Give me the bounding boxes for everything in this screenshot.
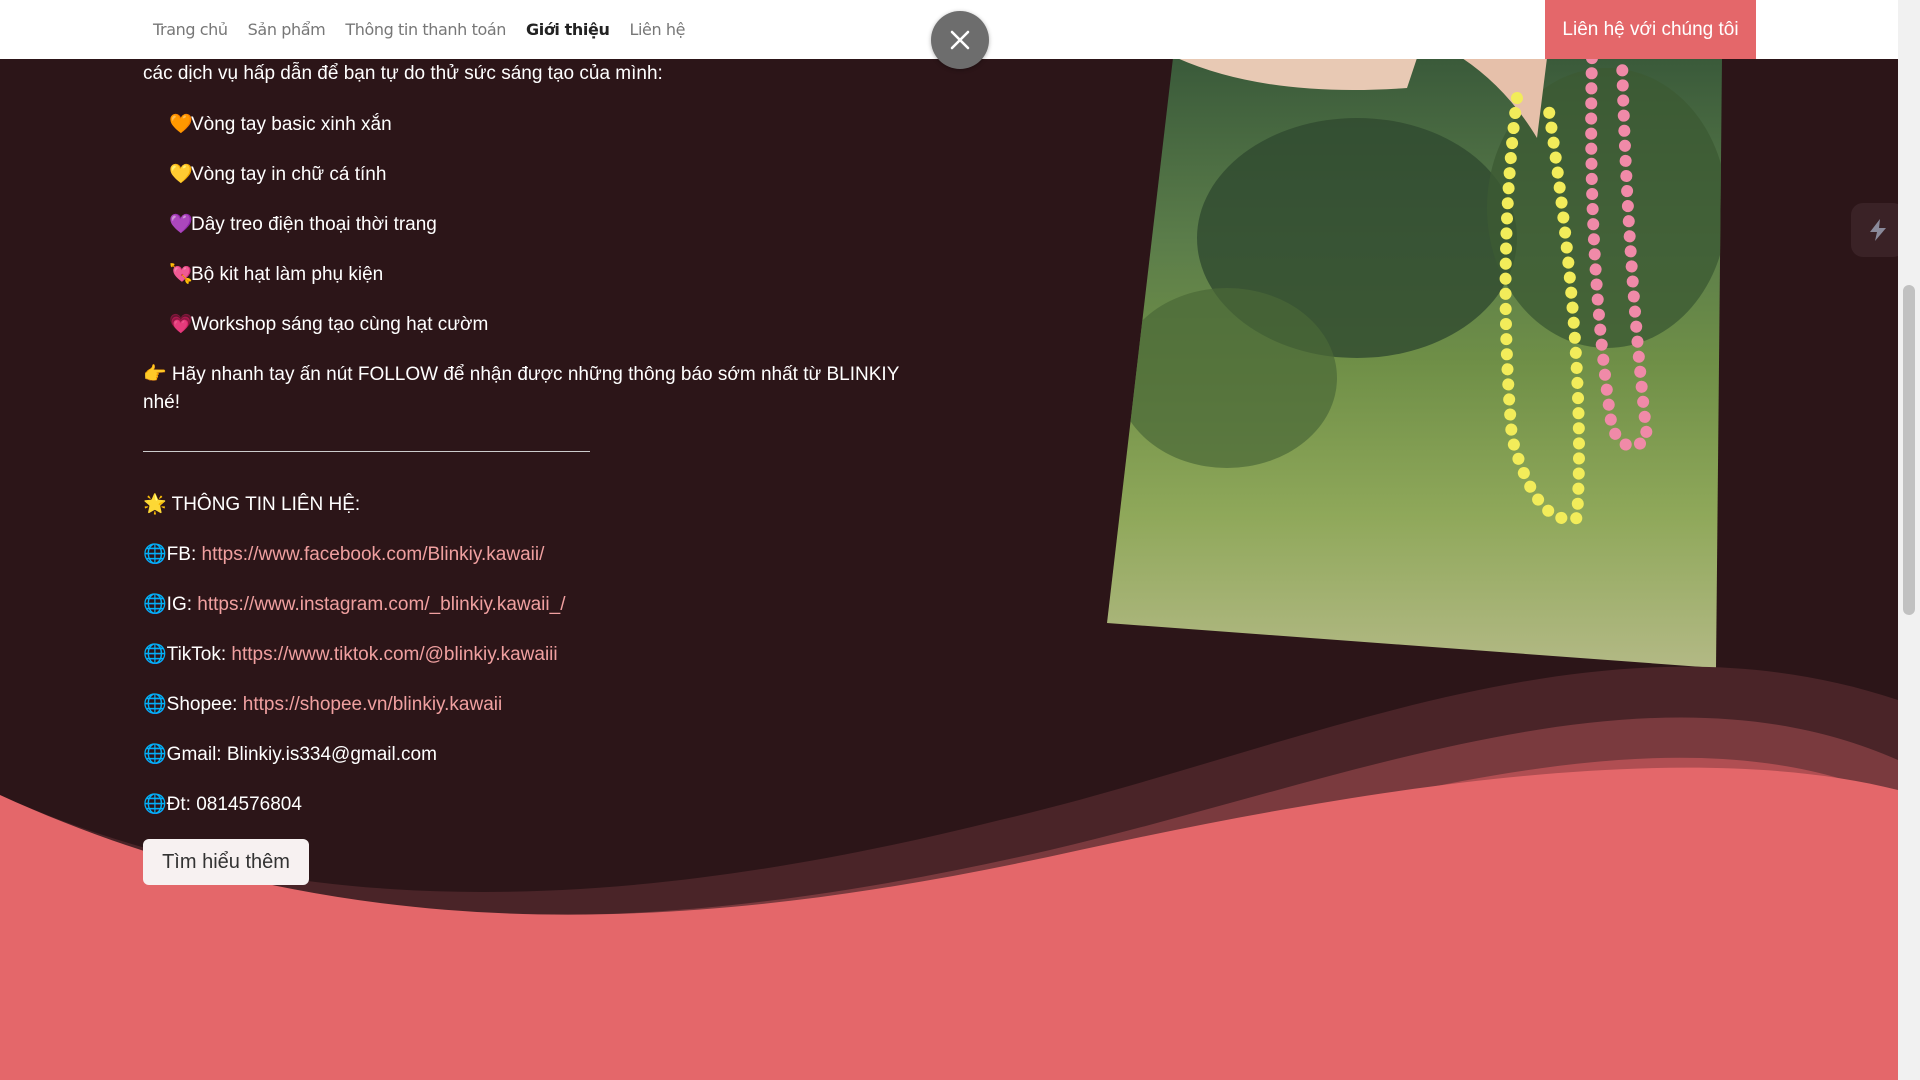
contact-ig: 🌐IG: https://www.instagram.com/_blinkiy.… bbox=[143, 594, 566, 615]
globe-icon: 🌐 bbox=[143, 744, 167, 765]
service-item: 💛Vòng tay in chữ cá tính bbox=[169, 164, 387, 185]
scrollbar-thumb[interactable] bbox=[1903, 285, 1915, 615]
service-item: 💜Dây treo điện thoại thời trang bbox=[169, 214, 437, 235]
divider bbox=[143, 451, 590, 452]
yellow-heart-icon: 💛 bbox=[169, 164, 193, 185]
nav-link-home[interactable]: Trang chủ bbox=[153, 20, 228, 39]
close-icon bbox=[950, 30, 970, 50]
tiktok-link[interactable]: https://www.tiktok.com/@blinkiy.kawaiii bbox=[231, 644, 557, 665]
globe-icon: 🌐 bbox=[143, 644, 167, 665]
follow-text: 👉 Hãy nhanh tay ấn nút FOLLOW để nhận đư… bbox=[143, 364, 900, 385]
globe-icon: 🌐 bbox=[143, 694, 167, 715]
follow-text-end: nhé! bbox=[143, 392, 180, 413]
nav-link-contact[interactable]: Liên hệ bbox=[629, 20, 685, 39]
service-item: 💗Workshop sáng tạo cùng hạt cườm bbox=[169, 314, 489, 335]
lightning-icon bbox=[1870, 219, 1886, 241]
learn-more-button[interactable]: Tìm hiểu thêm bbox=[143, 839, 309, 885]
phone-value: 0814576804 bbox=[196, 794, 302, 815]
instagram-link[interactable]: https://www.instagram.com/_blinkiy.kawai… bbox=[197, 594, 565, 615]
globe-icon: 🌐 bbox=[143, 594, 167, 615]
pink-heart-icon: 💗 bbox=[169, 314, 193, 335]
heart-arrow-icon: 💘 bbox=[169, 264, 193, 285]
contact-shopee: 🌐Shopee: https://shopee.vn/blinkiy.kawai… bbox=[143, 694, 503, 715]
nav-link-about[interactable]: Giới thiệu bbox=[526, 20, 610, 39]
contact-tiktok: 🌐TikTok: https://www.tiktok.com/@blinkiy… bbox=[143, 644, 558, 665]
service-item: 🧡Vòng tay basic xinh xắn bbox=[169, 114, 392, 135]
close-button[interactable] bbox=[931, 11, 989, 69]
globe-icon: 🌐 bbox=[143, 794, 167, 815]
contact-us-button[interactable]: Liên hệ với chúng tôi bbox=[1545, 0, 1756, 59]
orange-heart-icon: 🧡 bbox=[169, 114, 193, 135]
contact-gmail: 🌐Gmail: Blinkiy.is334@gmail.com bbox=[143, 744, 437, 765]
facebook-link[interactable]: https://www.facebook.com/Blinkiy.kawaii/ bbox=[202, 544, 545, 565]
globe-icon: 🌐 bbox=[143, 544, 167, 565]
contact-phone: 🌐Đt: 0814576804 bbox=[143, 794, 302, 815]
intro-text: các dịch vụ hấp dẫn để bạn tự do thử sức… bbox=[143, 63, 663, 84]
contact-fb: 🌐FB: https://www.facebook.com/Blinkiy.ka… bbox=[143, 544, 545, 565]
shopee-link[interactable]: https://shopee.vn/blinkiy.kawaii bbox=[243, 694, 502, 715]
service-item: 💘Bộ kit hạt làm phụ kiện bbox=[169, 264, 384, 285]
contact-heading: 🌟 THÔNG TIN LIÊN HỆ: bbox=[143, 494, 361, 515]
email-value: Blinkiy.is334@gmail.com bbox=[226, 744, 437, 765]
scrollbar[interactable] bbox=[1898, 0, 1920, 1080]
nav-link-products[interactable]: Sản phẩm bbox=[248, 20, 326, 39]
side-widget-button[interactable] bbox=[1851, 203, 1905, 257]
purple-heart-icon: 💜 bbox=[169, 214, 193, 235]
nav-links: Trang chủ Sản phẩm Thông tin thanh toán … bbox=[153, 0, 705, 59]
nav-link-payment-info[interactable]: Thông tin thanh toán bbox=[345, 20, 506, 39]
